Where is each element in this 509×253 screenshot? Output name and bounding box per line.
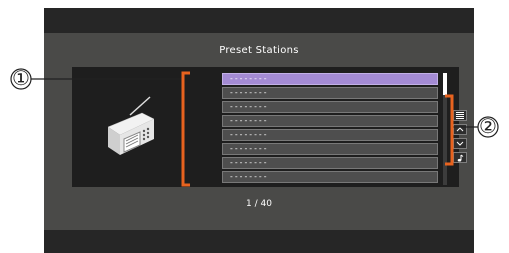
callout-2-label: ② <box>479 114 497 138</box>
stage: Preset Stations -------- -------- --------… <box>0 0 509 253</box>
callout-1-bracket <box>181 71 190 187</box>
callout-2-bracket <box>445 94 454 166</box>
callout-1-label: ① <box>12 66 30 90</box>
callout-overlay <box>10 68 499 187</box>
